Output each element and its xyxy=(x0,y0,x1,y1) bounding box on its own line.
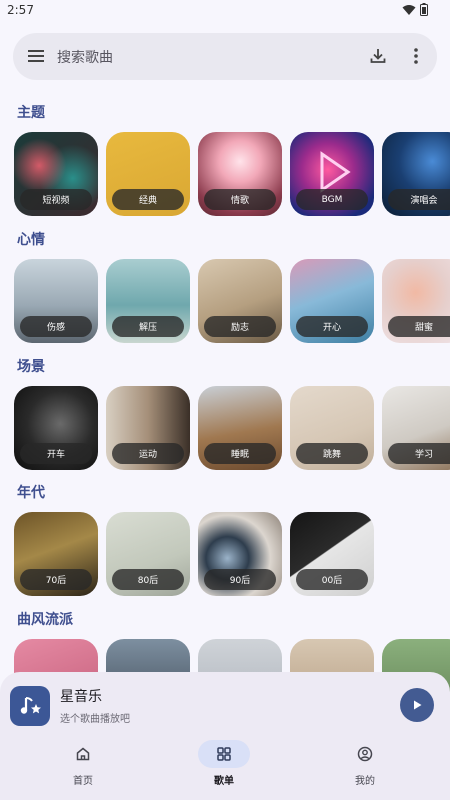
section-title-theme: 主题 xyxy=(17,105,45,121)
grid-icon xyxy=(217,747,231,761)
music-note-icon xyxy=(20,697,41,714)
nav-item-home[interactable]: 首页 xyxy=(38,740,128,787)
category-row-era: 70后 80后 90后 00后 xyxy=(14,512,374,596)
status-icons xyxy=(402,3,428,16)
category-label-pill: 80后 xyxy=(112,569,184,590)
category-card[interactable]: 跳舞 xyxy=(290,386,374,470)
category-card[interactable]: 短视频 xyxy=(14,132,98,216)
nav-item-playlist[interactable]: 歌单 xyxy=(179,740,269,787)
category-label-pill: 90后 xyxy=(204,569,276,590)
category-card[interactable]: 80后 xyxy=(106,512,190,596)
category-label-pill: 70后 xyxy=(20,569,92,590)
nav-label: 首页 xyxy=(73,776,93,787)
category-label-pill: 跳舞 xyxy=(296,443,368,464)
section-title-era: 年代 xyxy=(17,485,45,501)
section-title-genre: 曲风流派 xyxy=(17,612,73,628)
nav-label: 歌单 xyxy=(214,776,234,787)
category-card[interactable]: 00后 xyxy=(290,512,374,596)
category-card[interactable]: 运动 xyxy=(106,386,190,470)
category-label-pill: 经典 xyxy=(112,189,184,210)
category-card[interactable]: 伤感 xyxy=(14,259,98,343)
category-card[interactable]: 开车 xyxy=(14,386,98,470)
category-row-scene: 开车 运动 睡眠 跳舞 学习 xyxy=(14,386,450,470)
status-time: 2:57 xyxy=(7,3,34,17)
category-label-pill: 情歌 xyxy=(204,189,276,210)
category-card[interactable]: 解压 xyxy=(106,259,190,343)
search-bar[interactable]: 搜索歌曲 xyxy=(13,33,437,80)
category-card[interactable]: 70后 xyxy=(14,512,98,596)
section-title-scene: 场景 xyxy=(17,359,45,375)
wifi-icon xyxy=(402,4,416,15)
nav-icon-container xyxy=(339,740,391,768)
account-circle-icon xyxy=(357,746,373,762)
status-bar: 2:57 xyxy=(0,0,450,22)
category-card[interactable]: 90后 xyxy=(198,512,282,596)
nav-label: 我的 xyxy=(355,776,375,787)
category-card[interactable]: 经典 xyxy=(106,132,190,216)
category-label-pill: 睡眠 xyxy=(204,443,276,464)
menu-icon[interactable] xyxy=(27,48,45,64)
category-row-mood: 伤感 解压 励志 开心 甜蜜 xyxy=(14,259,450,343)
category-card[interactable]: 情歌 xyxy=(198,132,282,216)
player-cover xyxy=(10,686,50,726)
category-label-pill: 甜蜜 xyxy=(388,316,450,337)
play-icon xyxy=(414,700,422,710)
section-title-mood: 心情 xyxy=(17,232,45,248)
nav-item-mine[interactable]: 我的 xyxy=(320,740,410,787)
category-label-pill: 演唱会 xyxy=(388,189,450,210)
play-button[interactable] xyxy=(400,688,434,722)
search-input[interactable]: 搜索歌曲 xyxy=(57,47,113,67)
category-card[interactable]: 学习 xyxy=(382,386,450,470)
category-label-pill: 解压 xyxy=(112,316,184,337)
home-icon xyxy=(76,747,90,761)
category-card[interactable]: 甜蜜 xyxy=(382,259,450,343)
nav-icon-container xyxy=(57,740,109,768)
category-card[interactable]: 演唱会 xyxy=(382,132,450,216)
nav-icon-container xyxy=(198,740,250,768)
category-label-pill: 短视频 xyxy=(20,189,92,210)
category-label-pill: 开车 xyxy=(20,443,92,464)
category-label-pill: 励志 xyxy=(204,316,276,337)
player-subtitle: 选个歌曲播放吧 xyxy=(60,714,130,725)
category-row-theme: 短视频 经典 情歌 BGM 演唱会 xyxy=(14,132,450,216)
battery-icon xyxy=(420,3,428,16)
category-card[interactable]: 开心 xyxy=(290,259,374,343)
player-title: 星音乐 xyxy=(60,689,102,705)
more-vert-icon[interactable] xyxy=(411,46,421,66)
bottom-navigation: 首页 歌单 我的 xyxy=(0,740,450,800)
category-label-pill: 00后 xyxy=(296,569,368,590)
category-card[interactable]: 励志 xyxy=(198,259,282,343)
category-label-pill: 运动 xyxy=(112,443,184,464)
category-card[interactable]: 睡眠 xyxy=(198,386,282,470)
category-label-pill: 学习 xyxy=(388,443,450,464)
category-label-pill: BGM xyxy=(296,189,368,210)
category-label-pill: 开心 xyxy=(296,316,368,337)
category-label-pill: 伤感 xyxy=(20,316,92,337)
download-icon[interactable] xyxy=(368,46,388,66)
category-card[interactable]: BGM xyxy=(290,132,374,216)
